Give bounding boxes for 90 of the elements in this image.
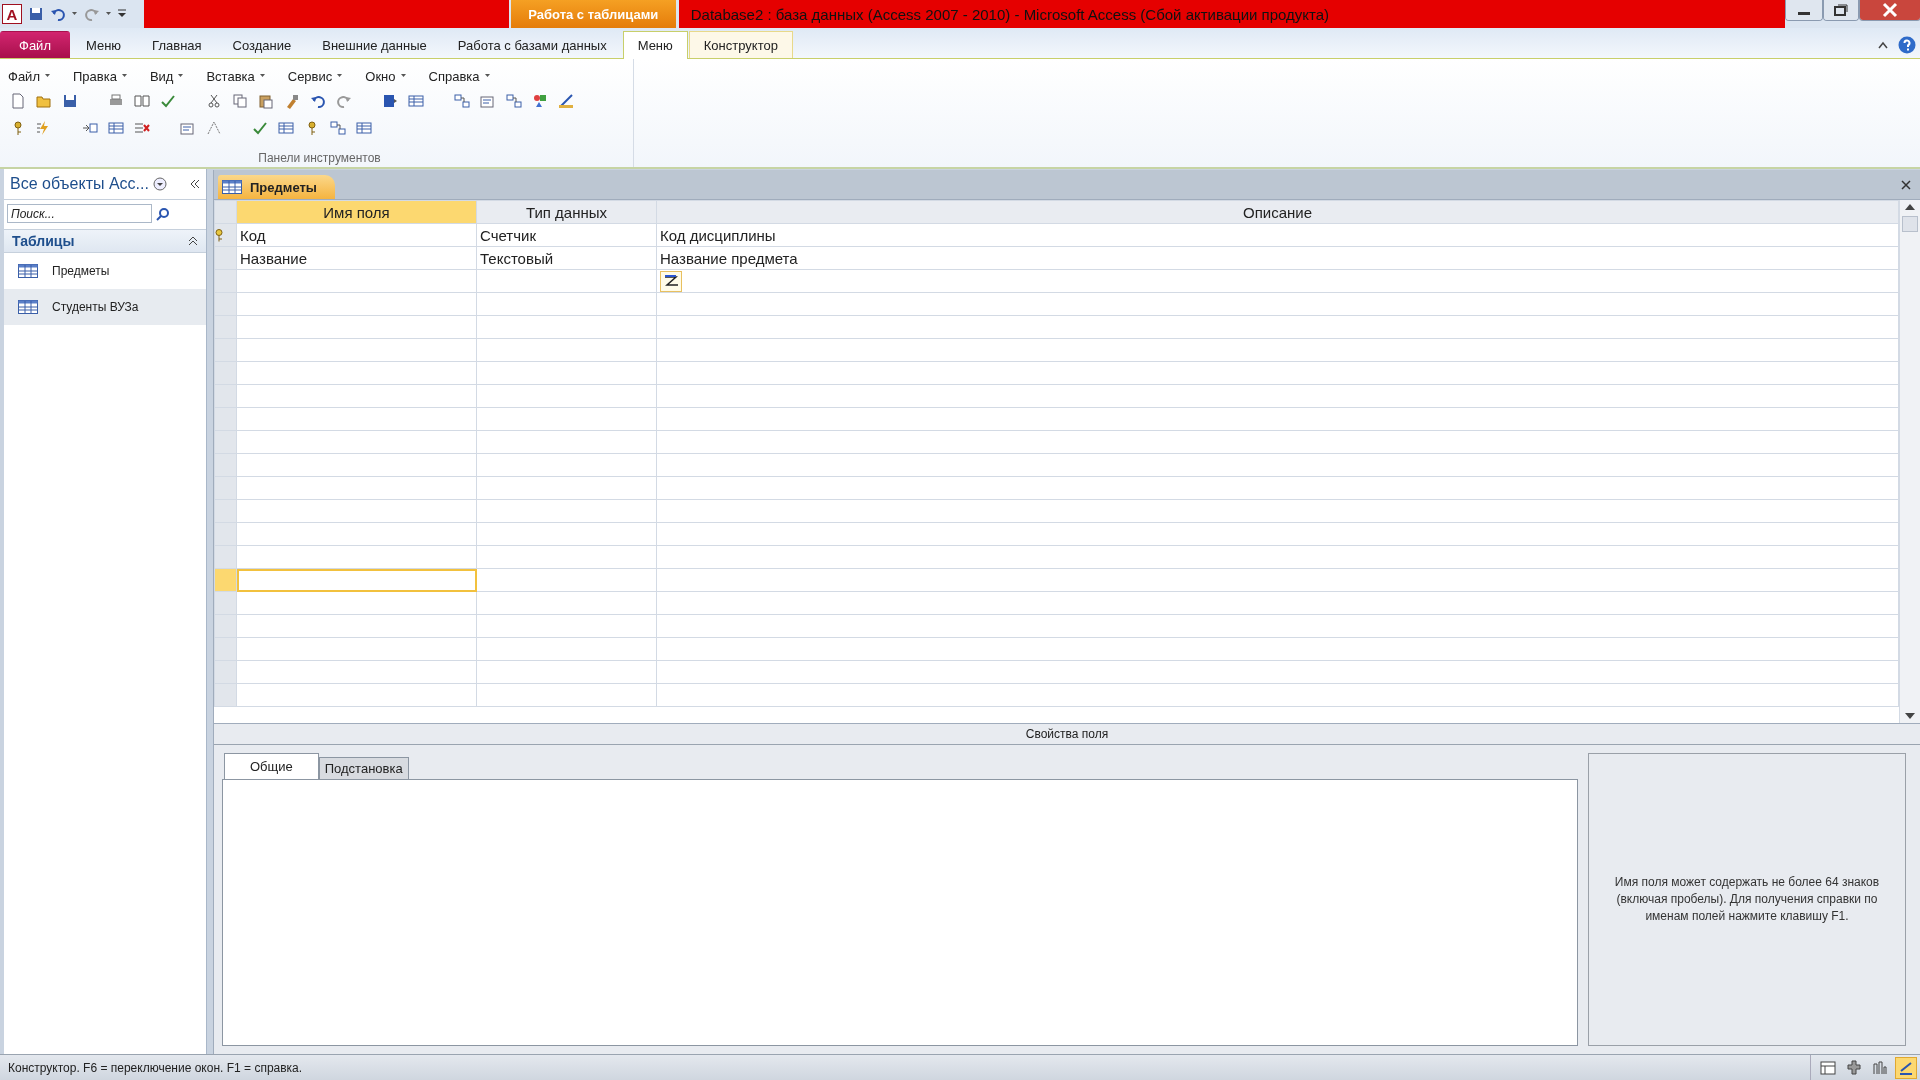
table-cell: Счетчик bbox=[476, 223, 657, 247]
ribbon-tab[interactable]: Меню bbox=[70, 31, 137, 58]
document-tab[interactable]: Предметы bbox=[218, 175, 335, 199]
caret-icon bbox=[44, 74, 51, 78]
help-text: Имя поля может содержать не более 64 знаков (включая пробелы). Для получения справки по именам полей нажмите клавишу F1. bbox=[1588, 753, 1906, 1046]
scrollbar[interactable] bbox=[1899, 200, 1920, 723]
file-tab[interactable]: Файл bbox=[0, 31, 70, 58]
save-icon[interactable] bbox=[28, 6, 44, 22]
scissors-icon[interactable] bbox=[206, 92, 222, 109]
row-selector[interactable] bbox=[214, 223, 237, 247]
table-icon bbox=[18, 299, 38, 315]
group-title: Таблицы bbox=[12, 233, 75, 249]
caret-icon bbox=[337, 74, 344, 78]
menu-item[interactable]: Окно bbox=[363, 68, 415, 84]
clipboard-icon[interactable] bbox=[258, 92, 274, 109]
menu-item[interactable]: Файл bbox=[6, 68, 59, 84]
collapse-ribbon-icon[interactable] bbox=[1878, 41, 1888, 49]
menu-item[interactable]: Справка bbox=[426, 68, 499, 84]
ribbon-tab[interactable]: Работа с базами данных bbox=[442, 31, 622, 58]
caret-icon bbox=[259, 74, 266, 78]
nav-item[interactable]: Студенты ВУЗа bbox=[4, 289, 206, 325]
ribbon-tab[interactable]: Внешние данные bbox=[307, 31, 442, 58]
key-icon bbox=[215, 228, 223, 242]
table-icon bbox=[222, 179, 242, 195]
section-title: Свойства поля bbox=[214, 724, 1920, 745]
customize-icon[interactable] bbox=[118, 9, 126, 19]
caret-icon bbox=[178, 74, 185, 78]
table-cell: Код дисциплины bbox=[656, 223, 1899, 247]
caret-icon bbox=[484, 74, 491, 78]
design-view-icon[interactable] bbox=[1895, 1056, 1917, 1079]
collapse-pane-icon[interactable] bbox=[190, 179, 200, 189]
window-title: Database2 : база данных (Access 2007 - 2010) - Microsoft Access (Сбой активации продукта) bbox=[678, 0, 1785, 28]
column-header[interactable]: Описание bbox=[656, 200, 1899, 224]
ribbon-tab[interactable]: Создание bbox=[217, 31, 307, 58]
ribbon-tab[interactable]: Меню bbox=[622, 31, 688, 59]
book-icon[interactable] bbox=[134, 92, 150, 109]
shapes-icon[interactable] bbox=[532, 92, 548, 109]
scroll-thumb[interactable] bbox=[1902, 216, 1918, 232]
table-icon[interactable] bbox=[356, 119, 372, 136]
undo-icon[interactable] bbox=[50, 6, 66, 22]
input-field[interactable] bbox=[236, 568, 477, 592]
help-icon[interactable] bbox=[1898, 36, 1916, 54]
redo-icon[interactable] bbox=[84, 6, 100, 22]
minimize-button[interactable] bbox=[1785, 0, 1823, 21]
group-label: Панели инструментов bbox=[257, 151, 382, 167]
close-button[interactable] bbox=[1859, 0, 1920, 21]
search-icon[interactable] bbox=[156, 206, 170, 221]
property-tab[interactable]: Подстановка bbox=[318, 757, 409, 779]
ruler-icon[interactable] bbox=[558, 92, 574, 109]
nav-item[interactable]: Предметы bbox=[4, 253, 206, 289]
nav-pane-title[interactable]: Все объекты Асс... bbox=[10, 175, 149, 193]
table-cell: Название предмета bbox=[656, 246, 1899, 270]
menu-item[interactable]: Вид bbox=[147, 68, 193, 84]
menu-item[interactable]: Вставка bbox=[204, 68, 274, 84]
table-cell: Название bbox=[236, 246, 477, 270]
caret-icon[interactable] bbox=[72, 12, 78, 16]
page-icon[interactable] bbox=[10, 92, 26, 109]
property-tab[interactable]: Общие bbox=[224, 753, 319, 779]
relations-icon[interactable] bbox=[506, 92, 522, 109]
document-icon[interactable] bbox=[382, 92, 398, 109]
save-icon[interactable] bbox=[62, 92, 78, 109]
dropdown-icon[interactable] bbox=[152, 177, 167, 191]
menu-item[interactable]: Сервис bbox=[285, 68, 352, 84]
column-header[interactable]: Имя поля bbox=[236, 200, 477, 224]
caret-icon[interactable] bbox=[106, 12, 112, 16]
caret-icon bbox=[121, 74, 128, 78]
builder-button[interactable] bbox=[660, 270, 682, 292]
context-group-label: Работа с таблицами bbox=[510, 0, 676, 28]
table-icon[interactable] bbox=[108, 119, 124, 136]
close-icon[interactable] bbox=[1900, 179, 1912, 191]
search-field[interactable]: Поиск... bbox=[7, 204, 152, 223]
table-icon[interactable] bbox=[278, 119, 294, 136]
table-cell: Код bbox=[236, 223, 477, 247]
collapse-group-icon[interactable] bbox=[188, 236, 198, 246]
group-header[interactable]: Таблицы bbox=[4, 229, 206, 253]
copy-icon[interactable] bbox=[232, 92, 248, 109]
ribbon-tab[interactable]: Конструктор bbox=[688, 31, 793, 58]
brush-icon[interactable] bbox=[284, 92, 300, 109]
relations-icon[interactable] bbox=[330, 119, 346, 136]
relations-icon[interactable] bbox=[454, 92, 470, 109]
caret-icon bbox=[400, 74, 407, 78]
table-icon[interactable] bbox=[408, 92, 424, 109]
column-header[interactable]: Тип данных bbox=[476, 200, 657, 224]
status-text: Конструктор. F6 = переключение окон. F1 = справка. bbox=[7, 1060, 304, 1075]
restore-button[interactable] bbox=[1823, 0, 1859, 21]
table-cell: Текстовый bbox=[476, 246, 657, 270]
menu-item[interactable]: Правка bbox=[70, 68, 136, 84]
ribbon-tab[interactable]: Главная bbox=[137, 31, 217, 58]
app-logo: A bbox=[2, 4, 22, 24]
table-icon bbox=[18, 263, 38, 279]
